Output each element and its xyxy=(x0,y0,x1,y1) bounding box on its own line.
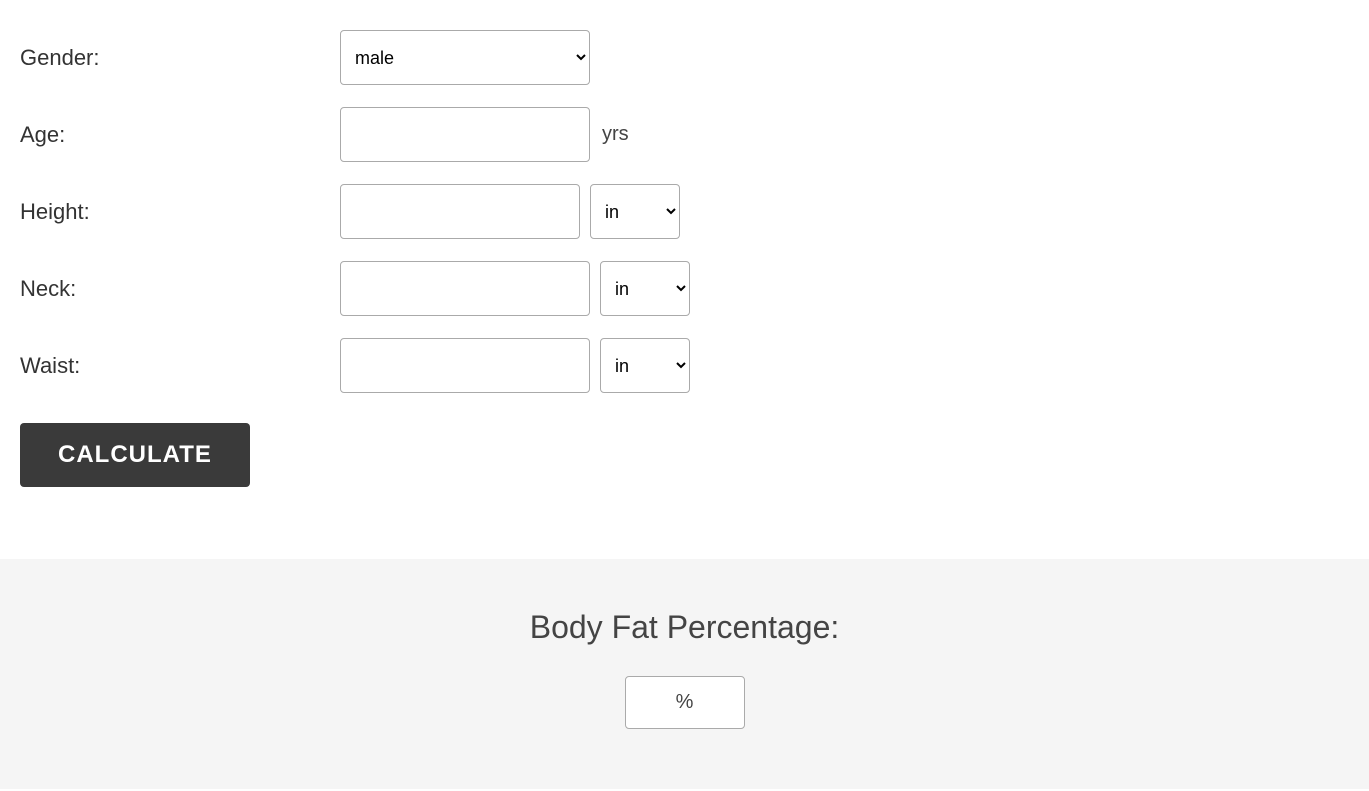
height-label: Height: xyxy=(20,199,340,225)
age-unit-label: yrs xyxy=(602,123,629,146)
age-input[interactable] xyxy=(340,107,590,162)
result-title: Body Fat Percentage: xyxy=(20,609,1349,646)
result-value: % xyxy=(625,676,745,729)
gender-row: Gender: male female xyxy=(20,30,1349,85)
height-input[interactable] xyxy=(340,184,580,239)
neck-input[interactable] xyxy=(340,261,590,316)
waist-unit-select[interactable]: in cm xyxy=(600,338,690,393)
waist-row: Waist: in cm xyxy=(20,338,1349,393)
calculate-row: CALCULATE xyxy=(20,415,1349,487)
waist-label: Waist: xyxy=(20,353,340,379)
neck-unit-select[interactable]: in cm xyxy=(600,261,690,316)
gender-select[interactable]: male female xyxy=(340,30,590,85)
neck-row: Neck: in cm xyxy=(20,261,1349,316)
calculate-button[interactable]: CALCULATE xyxy=(20,423,250,487)
result-section: Body Fat Percentage: % xyxy=(0,559,1369,789)
age-row: Age: yrs xyxy=(20,107,1349,162)
neck-label: Neck: xyxy=(20,276,340,302)
height-unit-select[interactable]: in cm xyxy=(590,184,680,239)
age-label: Age: xyxy=(20,122,340,148)
gender-label: Gender: xyxy=(20,45,340,71)
calculator-form: Gender: male female Age: yrs Height: in … xyxy=(0,0,1369,539)
waist-input[interactable] xyxy=(340,338,590,393)
height-row: Height: in cm xyxy=(20,184,1349,239)
